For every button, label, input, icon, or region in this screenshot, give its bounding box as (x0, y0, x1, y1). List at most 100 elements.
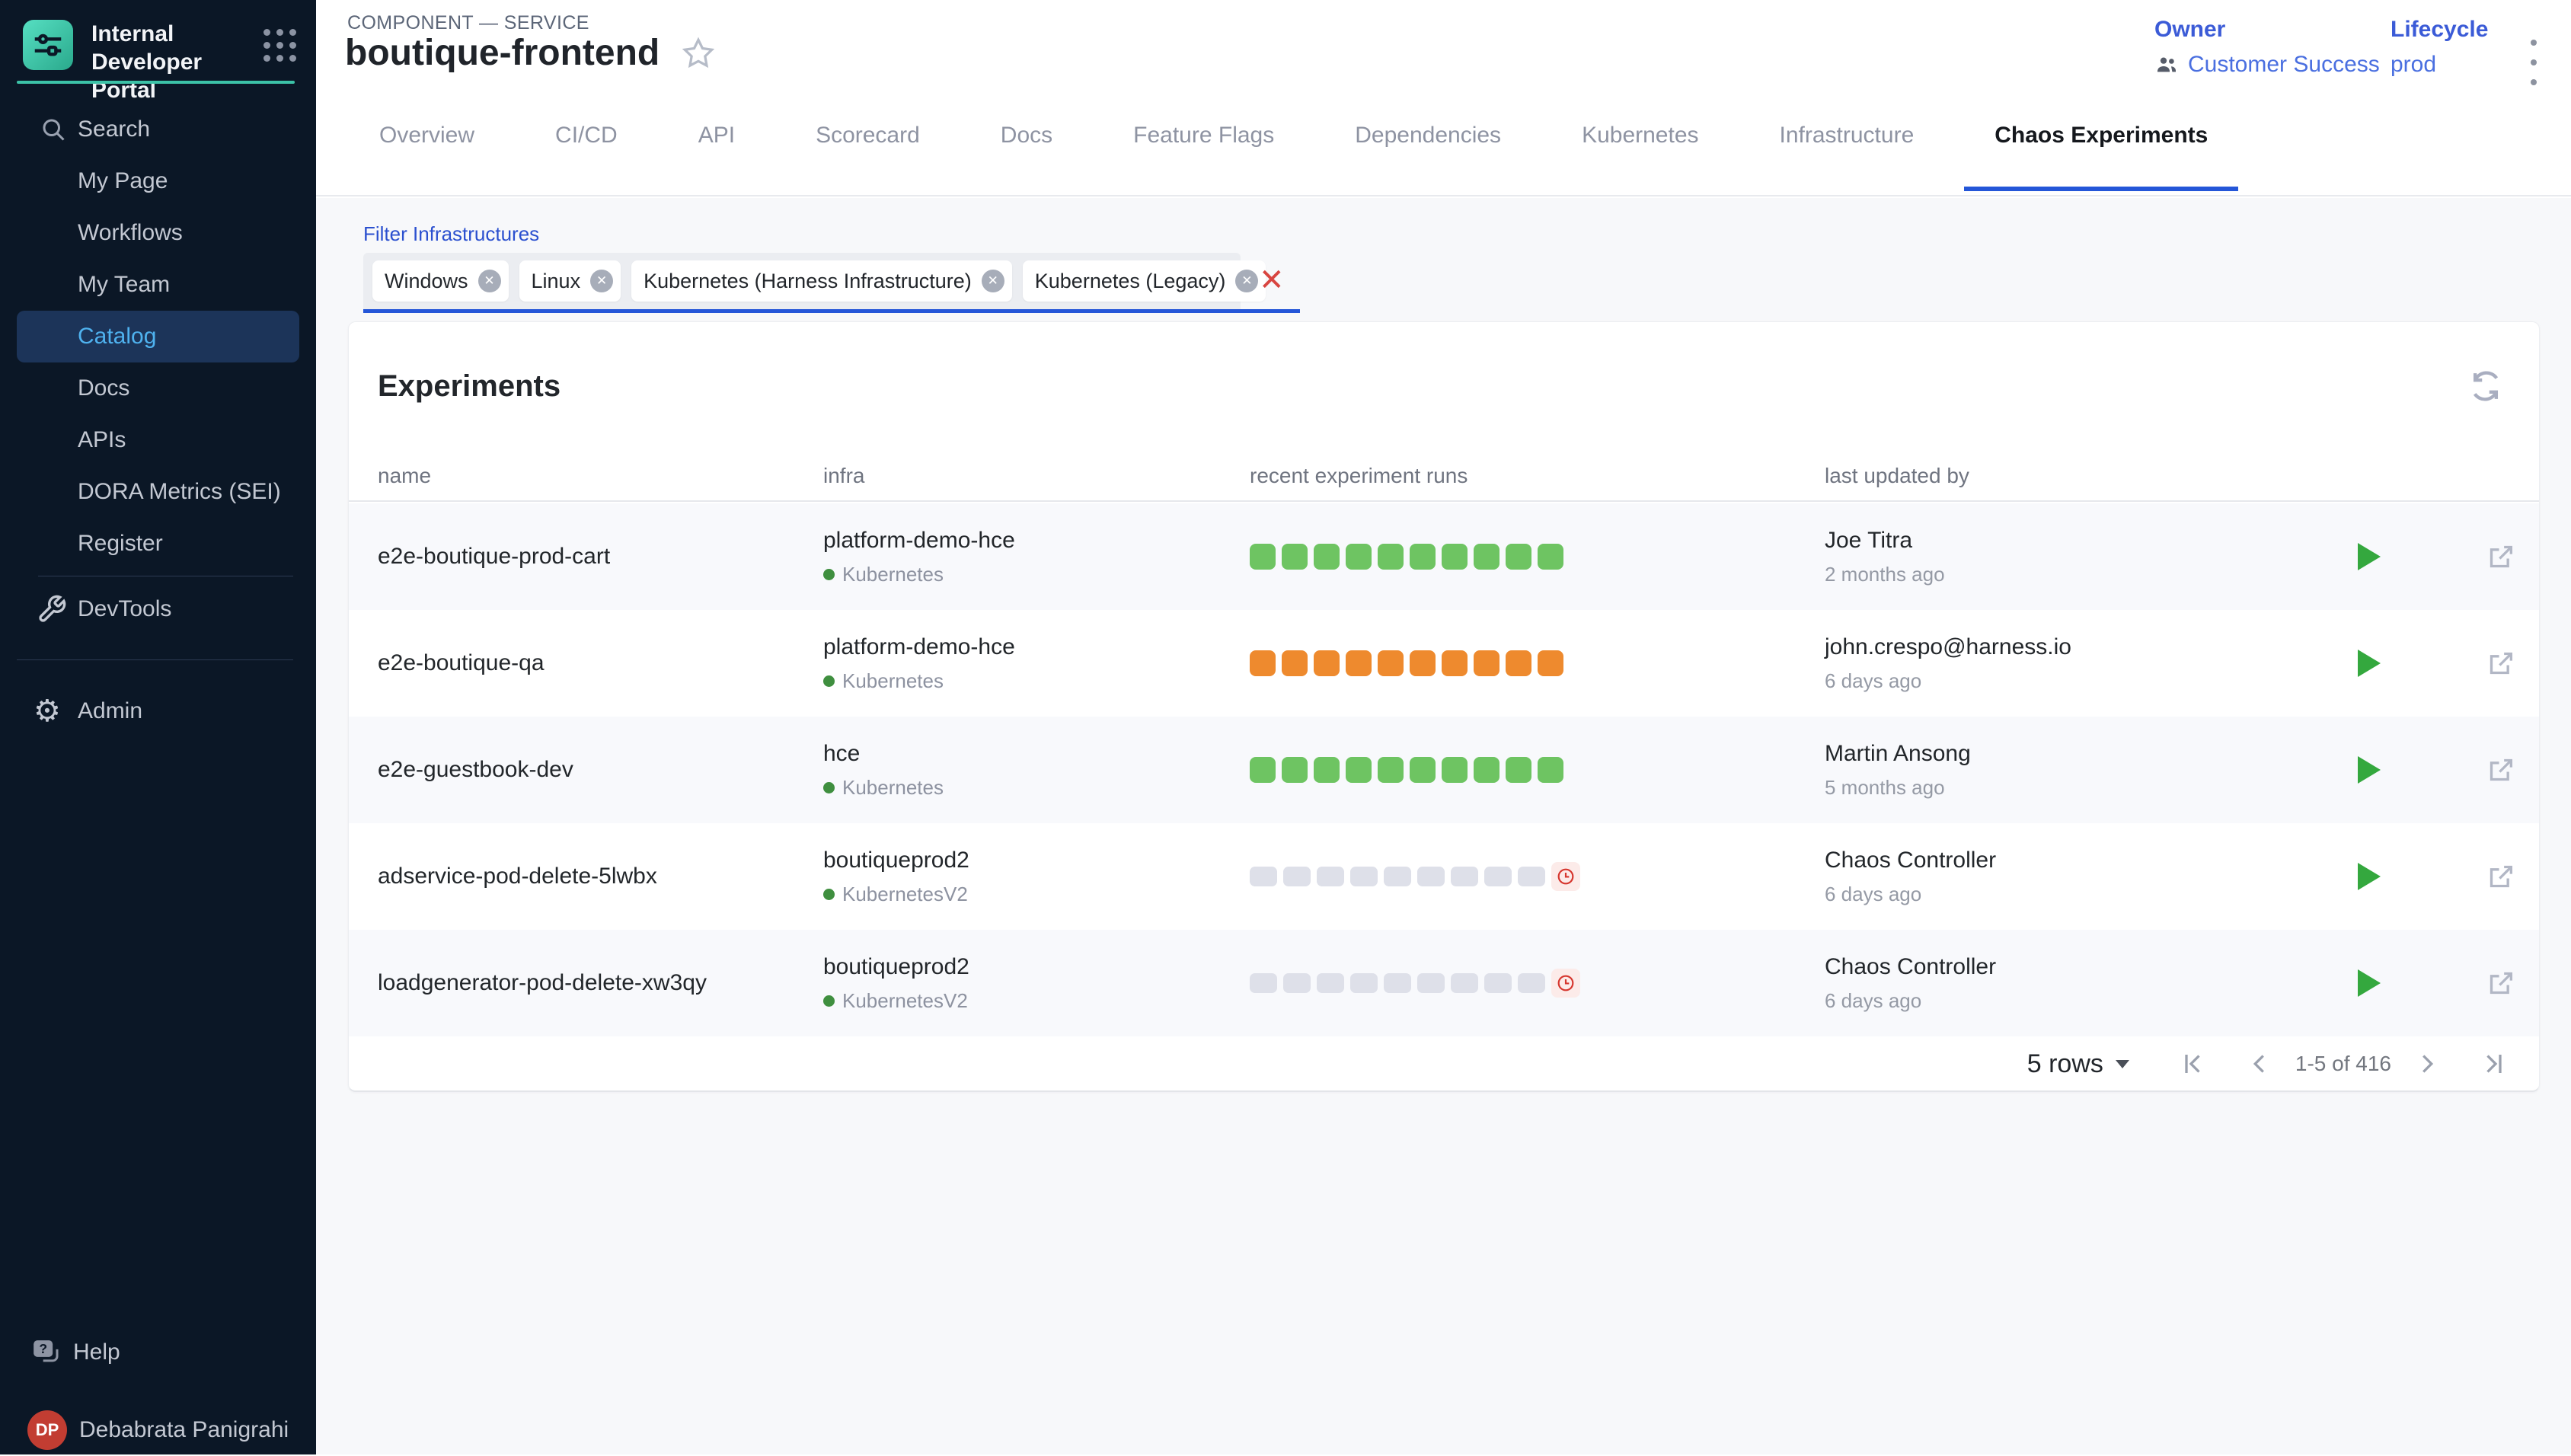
tab-chaos-experiments[interactable]: Chaos Experiments (1964, 122, 2238, 191)
tab-dependencies[interactable]: Dependencies (1324, 122, 1531, 191)
sidebar-item-apis[interactable]: APIs (0, 414, 316, 466)
run-tile[interactable] (1484, 867, 1512, 886)
rows-per-page-select[interactable]: 5 rows (2027, 1049, 2129, 1079)
run-tile[interactable] (1317, 867, 1344, 886)
run-tile[interactable] (1346, 650, 1372, 676)
run-tile[interactable] (1442, 757, 1468, 783)
apps-grid-icon[interactable] (263, 29, 296, 62)
experiment-name[interactable]: e2e-boutique-prod-cart (378, 503, 610, 610)
clear-filters-icon[interactable]: ✕ (1259, 262, 1285, 299)
run-tile[interactable] (1250, 757, 1276, 783)
tab-docs[interactable]: Docs (970, 122, 1083, 191)
run-tile[interactable] (1282, 757, 1308, 783)
run-tile[interactable] (1282, 544, 1308, 570)
run-experiment-play-button[interactable] (2358, 650, 2381, 677)
sidebar-item-admin[interactable]: ⚙ Admin (0, 685, 316, 737)
sidebar-item-search[interactable]: Search (0, 104, 316, 155)
run-tile[interactable] (1410, 650, 1436, 676)
experiment-name[interactable]: e2e-guestbook-dev (378, 717, 573, 823)
favorite-star-icon[interactable] (681, 36, 716, 71)
more-options-kebab-icon[interactable] (2517, 35, 2550, 90)
run-tile[interactable] (1250, 650, 1276, 676)
tab-api[interactable]: API (668, 122, 765, 191)
chip-remove-icon[interactable]: ✕ (1235, 270, 1258, 292)
run-tile[interactable] (1350, 973, 1378, 993)
run-tile[interactable] (1314, 650, 1340, 676)
experiment-name[interactable]: loadgenerator-pod-delete-xw3qy (378, 930, 707, 1036)
scheduled-run-clock-icon[interactable] (1551, 969, 1580, 998)
run-tile[interactable] (1538, 650, 1563, 676)
run-tile[interactable] (1506, 544, 1531, 570)
run-tile[interactable] (1451, 973, 1478, 993)
sidebar-item-register[interactable]: Register (0, 518, 316, 570)
refresh-icon[interactable] (2466, 366, 2506, 406)
scheduled-run-clock-icon[interactable] (1551, 862, 1580, 891)
chip-remove-icon[interactable]: ✕ (982, 270, 1004, 292)
run-tile[interactable] (1538, 544, 1563, 570)
open-in-new-icon[interactable] (2486, 541, 2516, 572)
tab-kubernetes[interactable]: Kubernetes (1551, 122, 1729, 191)
run-tile[interactable] (1378, 544, 1404, 570)
run-tile[interactable] (1410, 544, 1436, 570)
run-experiment-play-button[interactable] (2358, 756, 2381, 784)
run-tile[interactable] (1442, 544, 1468, 570)
tab-overview[interactable]: Overview (349, 122, 505, 191)
run-tile[interactable] (1474, 544, 1499, 570)
previous-page-icon[interactable] (2247, 1050, 2274, 1078)
sidebar-item-docs[interactable]: Docs (0, 362, 316, 414)
run-tile[interactable] (1378, 650, 1404, 676)
run-tile[interactable] (1417, 867, 1445, 886)
sidebar-item-workflows[interactable]: Workflows (0, 207, 316, 259)
run-tile[interactable] (1250, 544, 1276, 570)
tab-infrastructure[interactable]: Infrastructure (1749, 122, 1945, 191)
run-tile[interactable] (1538, 757, 1563, 783)
run-experiment-play-button[interactable] (2358, 969, 2381, 997)
run-tile[interactable] (1282, 650, 1308, 676)
run-tile[interactable] (1317, 973, 1344, 993)
user-profile[interactable]: DP Debabrata Panigrahi (0, 1404, 316, 1456)
filter-chip-input[interactable]: Windows✕Linux✕Kubernetes (Harness Infras… (363, 253, 1241, 309)
chip-remove-icon[interactable]: ✕ (478, 270, 501, 292)
run-tile[interactable] (1314, 544, 1340, 570)
run-tile[interactable] (1250, 973, 1277, 993)
run-tile[interactable] (1506, 650, 1531, 676)
run-tile[interactable] (1518, 867, 1545, 886)
run-tile[interactable] (1506, 757, 1531, 783)
sidebar-item-my-page[interactable]: My Page (0, 155, 316, 207)
owner-link[interactable]: Customer Success (2154, 52, 2380, 78)
app-logo[interactable] (23, 20, 73, 70)
sidebar-item-devtools[interactable]: DevTools (0, 583, 316, 635)
run-experiment-play-button[interactable] (2358, 863, 2381, 890)
tab-ci-cd[interactable]: CI/CD (525, 122, 648, 191)
run-tile[interactable] (1410, 757, 1436, 783)
open-in-new-icon[interactable] (2486, 755, 2516, 785)
sidebar-item-dora-metrics-sei[interactable]: DORA Metrics (SEI) (0, 466, 316, 518)
run-tile[interactable] (1283, 973, 1311, 993)
first-page-icon[interactable] (2180, 1050, 2207, 1078)
run-tile[interactable] (1518, 973, 1545, 993)
run-tile[interactable] (1346, 757, 1372, 783)
run-tile[interactable] (1442, 650, 1468, 676)
tab-feature-flags[interactable]: Feature Flags (1103, 122, 1305, 191)
run-tile[interactable] (1417, 973, 1445, 993)
tab-scorecard[interactable]: Scorecard (785, 122, 950, 191)
open-in-new-icon[interactable] (2486, 648, 2516, 679)
sidebar-item-help[interactable]: ? Help (0, 1327, 316, 1378)
filter-label[interactable]: Filter Infrastructures (363, 222, 539, 246)
next-page-icon[interactable] (2413, 1050, 2440, 1078)
run-tile[interactable] (1350, 867, 1378, 886)
open-in-new-icon[interactable] (2486, 861, 2516, 892)
run-tile[interactable] (1484, 973, 1512, 993)
last-page-icon[interactable] (2480, 1050, 2507, 1078)
experiment-name[interactable]: e2e-boutique-qa (378, 610, 545, 717)
run-tile[interactable] (1378, 757, 1404, 783)
run-tile[interactable] (1346, 544, 1372, 570)
experiment-name[interactable]: adservice-pod-delete-5lwbx (378, 823, 657, 930)
run-tile[interactable] (1474, 757, 1499, 783)
run-tile[interactable] (1384, 973, 1411, 993)
run-tile[interactable] (1314, 757, 1340, 783)
run-experiment-play-button[interactable] (2358, 543, 2381, 570)
run-tile[interactable] (1451, 867, 1478, 886)
run-tile[interactable] (1283, 867, 1311, 886)
run-tile[interactable] (1384, 867, 1411, 886)
